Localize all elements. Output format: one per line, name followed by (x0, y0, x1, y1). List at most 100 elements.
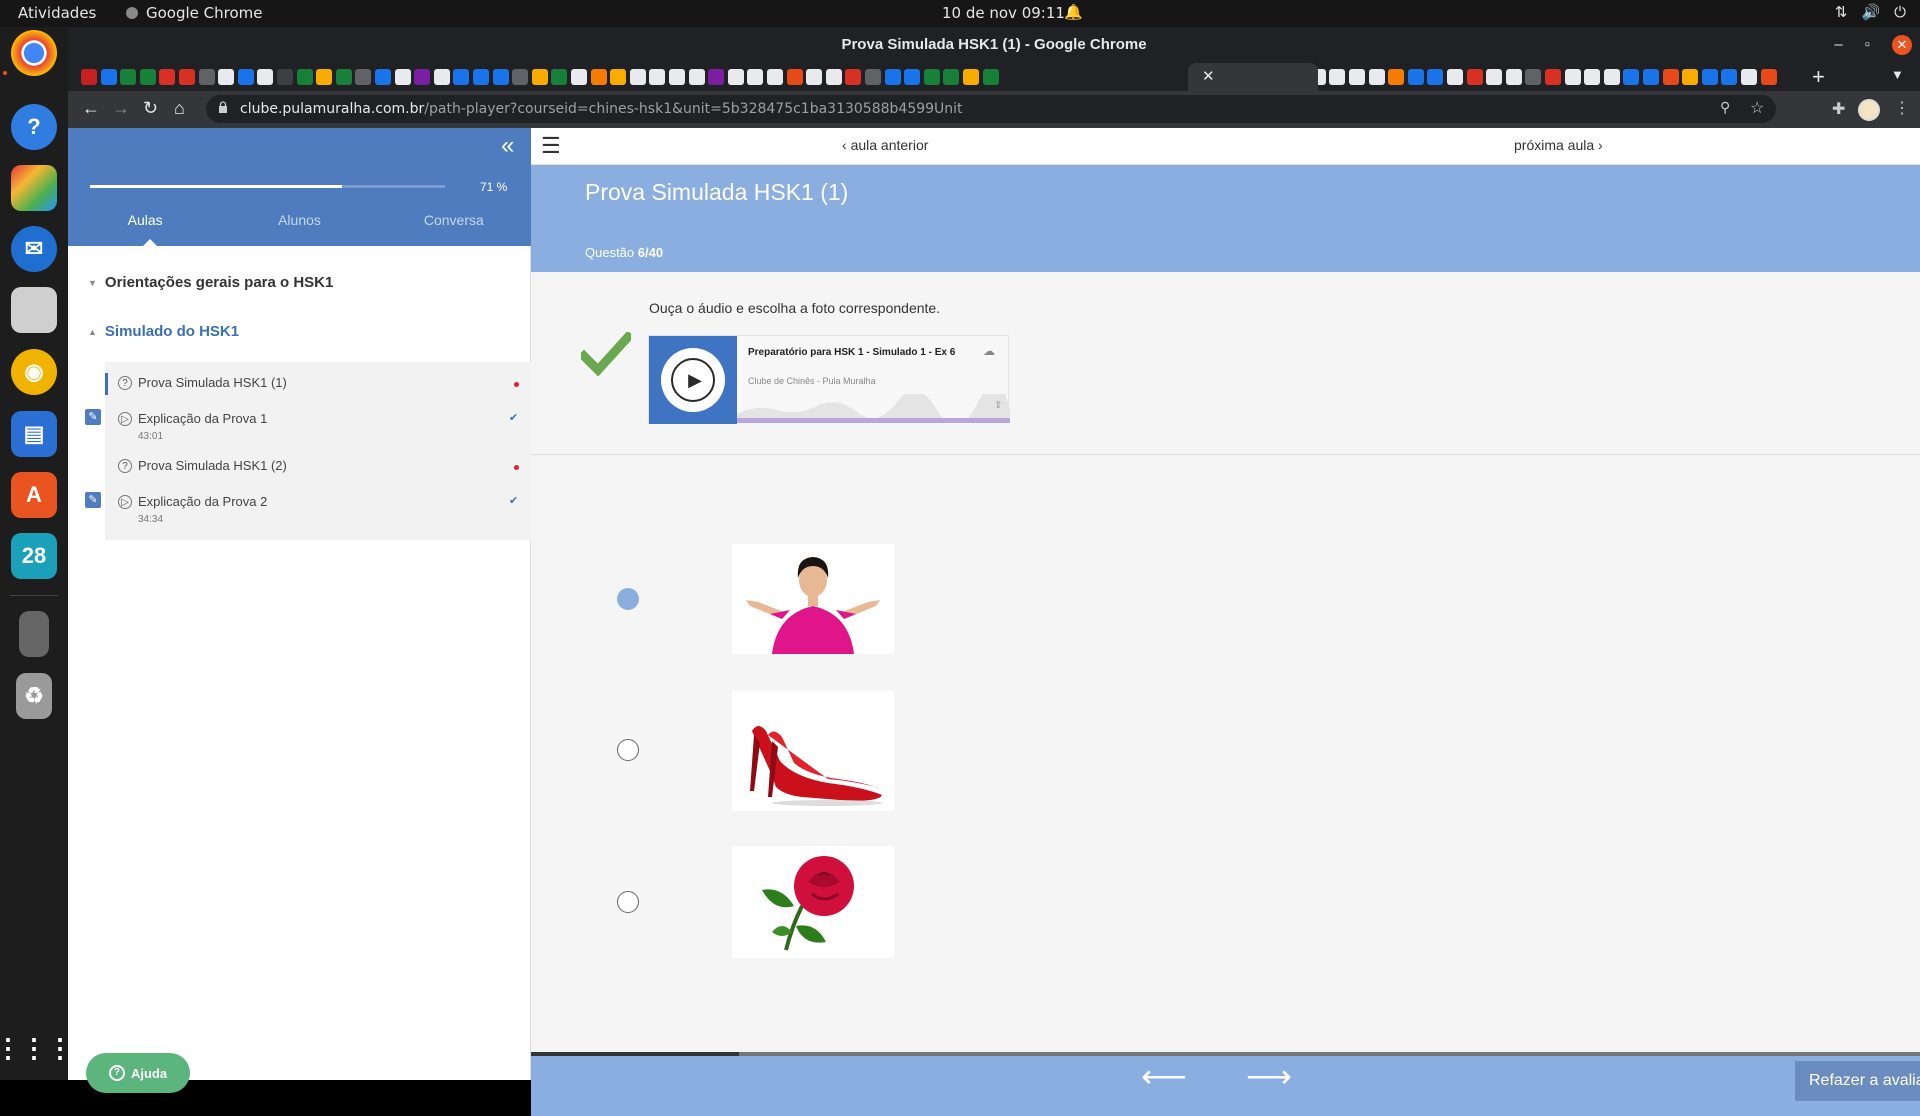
tab-favicon[interactable] (1623, 69, 1640, 85)
tab-favicon[interactable] (806, 69, 823, 85)
tab-favicon[interactable] (179, 69, 195, 85)
3d-icon[interactable] (11, 165, 57, 211)
tab-favicon[interactable] (1662, 69, 1679, 85)
help-button[interactable]: ? Ajuda (86, 1053, 190, 1093)
section-simulado[interactable]: ▲ Simulado do HSK1 (88, 323, 239, 340)
option-image-woman[interactable] (732, 544, 894, 654)
tab-favicon[interactable] (531, 69, 548, 85)
forward-icon[interactable]: → (112, 98, 130, 119)
tab-favicon[interactable] (571, 69, 587, 85)
next-lesson-link[interactable]: próxima aula › (1514, 137, 1603, 153)
tab-favicon[interactable] (1368, 69, 1385, 85)
tab-favicon[interactable] (786, 69, 803, 85)
writer-icon[interactable]: ▤ (11, 411, 57, 457)
play-button[interactable]: ▶ (661, 348, 725, 412)
tab-favicon[interactable] (159, 69, 176, 85)
home-icon[interactable]: ⌂ (174, 98, 185, 119)
tab-favicon[interactable] (1466, 69, 1483, 85)
close-window-icon[interactable]: ✕ (1892, 35, 1912, 55)
tab-favicon[interactable] (708, 69, 725, 85)
tab-favicon[interactable] (1545, 69, 1561, 85)
extensions-icon[interactable]: ✚ (1832, 99, 1845, 119)
bookmark-star-icon[interactable]: ☆ (1750, 98, 1764, 118)
trash-icon[interactable]: ♻ (16, 673, 52, 719)
tab-favicon[interactable] (825, 69, 842, 85)
tab-favicon[interactable] (433, 69, 450, 85)
minimize-icon[interactable]: – (1834, 27, 1842, 63)
tab-favicon[interactable] (1603, 69, 1620, 85)
tab-favicon[interactable] (394, 69, 411, 85)
option-image-rose[interactable] (732, 846, 894, 958)
attachment-icon[interactable]: ✎ (85, 409, 101, 425)
tab-favicon[interactable] (1721, 69, 1738, 85)
tab-favicon[interactable] (923, 69, 940, 85)
lesson-item-prova-1[interactable]: ? Prova Simulada HSK1 (1) (105, 371, 531, 411)
address-bar[interactable]: clube.pulamuralha.com.br/path-player?cou… (206, 95, 1776, 123)
tab-search-icon[interactable]: ▼ (1891, 67, 1904, 82)
option-radio-3[interactable] (617, 891, 639, 913)
tab-favicon[interactable] (669, 69, 685, 85)
tab-favicon[interactable] (1388, 69, 1405, 85)
tab-favicon[interactable] (1741, 69, 1757, 85)
option-radio-2[interactable] (617, 739, 639, 761)
apps-grid-icon[interactable]: ⋮⋮⋮ (0, 1025, 73, 1071)
previous-lesson-link[interactable]: ‹ aula anterior (842, 137, 928, 153)
section-orientacoes[interactable]: ▼ Orientações gerais para o HSK1 (88, 274, 333, 291)
soundcloud-icon[interactable]: ☁ (983, 344, 995, 358)
tab-favicon[interactable] (884, 69, 901, 85)
tab-favicon[interactable] (139, 69, 156, 85)
hamburger-menu-icon[interactable]: ☰ (541, 133, 561, 159)
maximize-icon[interactable]: ▫ (1865, 27, 1870, 63)
tab-favicon[interactable] (1682, 69, 1699, 85)
tab-favicon[interactable] (512, 69, 529, 85)
tab-favicon[interactable] (120, 69, 137, 85)
redo-assessment-button[interactable]: Refazer a avaliação? (1795, 1061, 1920, 1101)
tab-favicon[interactable] (1584, 69, 1601, 85)
tab-favicon[interactable] (218, 69, 235, 85)
option-radio-1[interactable] (617, 588, 639, 610)
tab-favicon[interactable] (590, 69, 607, 85)
software-icon[interactable]: A (11, 472, 57, 518)
new-tab-icon[interactable]: + (1812, 64, 1825, 90)
tab-favicon[interactable] (629, 69, 646, 85)
tab-favicon[interactable] (1486, 69, 1503, 85)
tab-favicon[interactable] (982, 69, 999, 85)
reload-icon[interactable]: ↻ (143, 98, 158, 119)
tab-favicon[interactable] (375, 69, 391, 85)
tab-favicon[interactable] (414, 69, 431, 85)
tab-conversa[interactable]: Conversa (377, 212, 531, 228)
clock[interactable]: 10 de nov 09:11 (942, 4, 1065, 22)
tab-favicon[interactable] (473, 69, 489, 85)
thunderbird-icon[interactable]: ✉ (11, 226, 57, 272)
lesson-item-prova-2[interactable]: ? Prova Simulada HSK1 (2) (105, 454, 531, 494)
audio-player[interactable]: ▶ Preparatório para HSK 1 - Simulado 1 -… (648, 335, 1010, 424)
tab-favicon[interactable] (316, 69, 333, 85)
files-icon[interactable] (11, 287, 57, 333)
tab-favicon[interactable] (1525, 69, 1542, 85)
tab-favicon[interactable] (1701, 69, 1718, 85)
lesson-item-explicacao-2[interactable]: ✎ ▷ Explicação da Prova 2 34:34 ✔ (85, 490, 531, 530)
tab-aulas[interactable]: Aulas (68, 212, 222, 228)
tab-favicon[interactable] (727, 69, 744, 85)
collapse-sidebar-icon[interactable]: « (501, 132, 514, 160)
waveform[interactable] (737, 394, 1010, 418)
tab-favicon[interactable] (1427, 69, 1444, 85)
tab-favicon[interactable] (355, 69, 372, 85)
activities-button[interactable]: Atividades (18, 4, 96, 22)
tab-favicon[interactable] (1329, 69, 1346, 85)
tab-favicon[interactable] (1760, 69, 1777, 85)
tab-favicon[interactable] (296, 69, 313, 85)
app-menu[interactable]: Google Chrome (126, 4, 263, 22)
tab-favicon[interactable] (198, 69, 215, 85)
chrome-icon[interactable] (11, 30, 57, 76)
tab-favicon[interactable] (100, 69, 117, 85)
next-question-arrow-icon[interactable]: ⟶ (1246, 1060, 1292, 1092)
attachment-icon[interactable]: ✎ (85, 492, 101, 508)
tab-favicon[interactable] (1643, 69, 1659, 85)
tab-favicon[interactable] (943, 69, 960, 85)
tab-favicon[interactable] (453, 69, 470, 85)
close-tab-icon[interactable]: ✕ (1202, 67, 1215, 85)
tab-favicon[interactable] (865, 69, 881, 85)
tab-favicon[interactable] (81, 69, 97, 85)
tab-favicon[interactable] (1505, 69, 1522, 85)
